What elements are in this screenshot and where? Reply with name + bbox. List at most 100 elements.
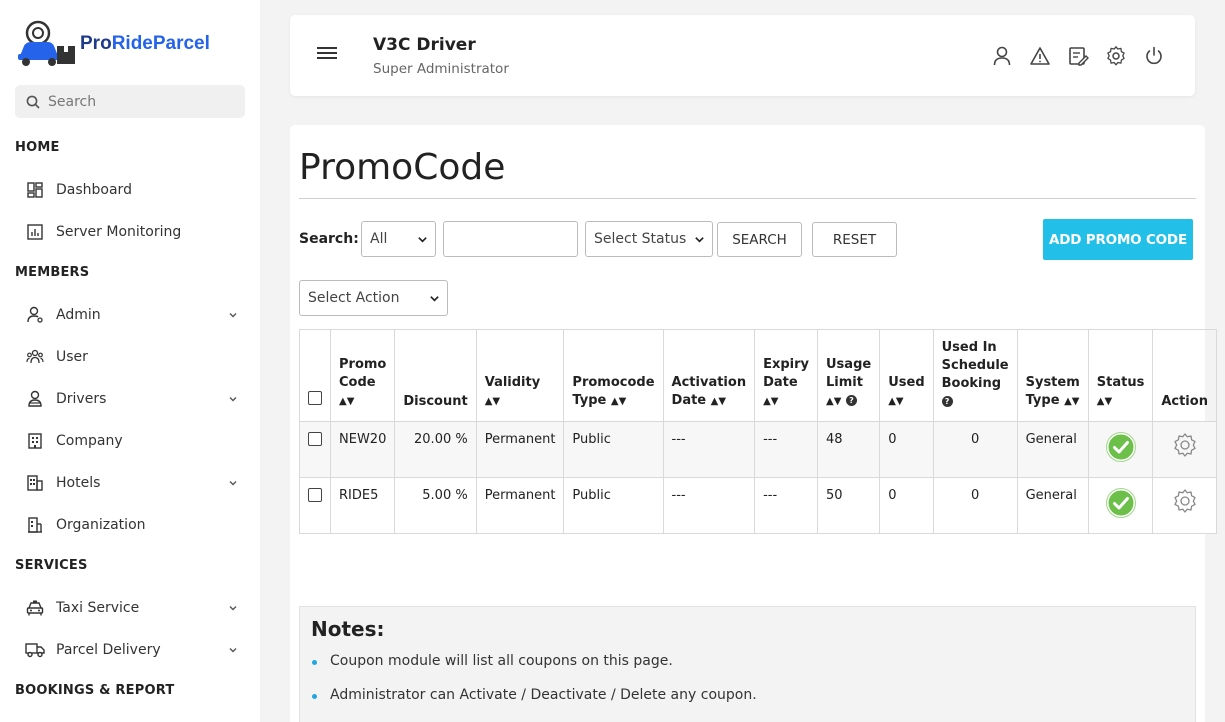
gear-icon[interactable] xyxy=(1172,432,1198,458)
chevron-down-icon xyxy=(229,313,237,318)
sidebar-item-server-monitoring[interactable]: Server Monitoring xyxy=(15,216,245,248)
row-checkbox[interactable] xyxy=(308,488,322,502)
chevron-down-icon xyxy=(229,397,237,402)
sort-icon[interactable]: ▲▼ xyxy=(1064,396,1079,407)
cell-used: 0 xyxy=(879,477,934,534)
cell-discount: 5.00 % xyxy=(394,477,477,534)
search-field-select[interactable]: All xyxy=(361,221,436,257)
help-icon[interactable]: ? xyxy=(941,396,953,407)
sidebar-item-hotels[interactable]: Hotels xyxy=(15,467,245,499)
building-icon xyxy=(24,430,46,452)
active-status-icon[interactable] xyxy=(1105,432,1136,462)
power-icon[interactable] xyxy=(1143,45,1165,67)
section-members: MEMBERS xyxy=(15,265,90,280)
col-system-type[interactable]: System Type ▲▼ xyxy=(1016,329,1089,422)
sidebar-item-organization[interactable]: Organization xyxy=(15,509,245,541)
chevron-down-icon xyxy=(229,606,237,611)
col-promocode-type[interactable]: Promocode Type ▲▼ xyxy=(563,329,664,422)
top-header: V3C Driver Super Administrator xyxy=(290,15,1195,96)
sidebar-item-label: User xyxy=(56,349,88,365)
sidebar-item-admin[interactable]: Admin xyxy=(15,299,245,331)
sidebar-search[interactable] xyxy=(15,85,245,118)
notes-title: Notes: xyxy=(311,617,385,641)
delivery-truck-icon xyxy=(24,639,46,661)
sidebar-item-label: Organization xyxy=(56,517,146,533)
select-all-checkbox[interactable] xyxy=(308,391,322,405)
cell-type: Public xyxy=(563,421,664,478)
row-select-cell xyxy=(299,477,331,534)
status-select-value: Select Status xyxy=(594,231,687,247)
gear-icon[interactable] xyxy=(1105,45,1127,67)
cell-schedule-used: 0 xyxy=(932,421,1018,478)
user-icon[interactable] xyxy=(991,45,1013,67)
bulk-action-select[interactable]: Select Action xyxy=(299,280,448,316)
table-header-row: Promo Code ▲▼ Discount Validity ▲▼ Promoco… xyxy=(299,329,1217,422)
col-validity[interactable]: Validity ▲▼ xyxy=(475,329,565,422)
main-content: PromoCode Search: All Select Status SEAR… xyxy=(290,125,1217,722)
cell-discount: 20.00 % xyxy=(394,421,477,478)
sidebar: ProRideParcel HOME Dashboard Server Moni… xyxy=(0,0,260,722)
status-select[interactable]: Select Status xyxy=(585,221,713,257)
sort-icon[interactable]: ▲▼ xyxy=(485,396,500,407)
reset-button[interactable]: RESET xyxy=(812,222,897,257)
sidebar-item-label: Server Monitoring xyxy=(56,224,182,240)
sidebar-search-input[interactable] xyxy=(48,93,228,110)
col-activation-date[interactable]: Activation Date ▲▼ xyxy=(662,329,756,422)
cell-expiry: --- xyxy=(754,477,818,534)
sort-icon[interactable]: ▲▼ xyxy=(1097,396,1112,407)
admin-user-icon xyxy=(24,304,46,326)
section-services: SERVICES xyxy=(15,558,88,573)
col-expiry-date[interactable]: Expiry Date ▲▼ xyxy=(754,329,818,422)
sort-icon[interactable]: ▲▼ xyxy=(763,396,778,407)
col-status[interactable]: Status ▲▼ xyxy=(1087,329,1154,422)
driver-icon xyxy=(24,388,46,410)
chevron-down-icon xyxy=(695,237,704,243)
search-field-value: All xyxy=(370,231,388,247)
cell-expiry: --- xyxy=(754,421,818,478)
chevron-down-icon xyxy=(229,648,237,653)
sort-icon[interactable]: ▲▼ xyxy=(339,396,354,407)
col-used-in-schedule-booking: Used In Schedule Booking? xyxy=(932,329,1018,422)
add-promo-code-button[interactable]: ADD PROMO CODE xyxy=(1043,219,1193,260)
cell-type: Public xyxy=(563,477,664,534)
col-usage-limit[interactable]: Usage Limit ▲▼ ? xyxy=(816,329,881,422)
gear-icon[interactable] xyxy=(1172,488,1198,514)
cell-status xyxy=(1087,421,1154,478)
monitor-chart-icon xyxy=(24,221,46,243)
brand-name: ProRideParcel xyxy=(80,33,210,54)
sidebar-item-company[interactable]: Company xyxy=(15,425,245,457)
row-checkbox[interactable] xyxy=(308,432,322,446)
cell-usage-limit: 50 xyxy=(816,477,881,534)
sort-icon[interactable]: ▲▼ xyxy=(711,396,726,407)
sidebar-item-user[interactable]: User xyxy=(15,341,245,373)
help-icon[interactable]: ? xyxy=(845,395,857,406)
alert-triangle-icon[interactable] xyxy=(1029,45,1051,67)
sidebar-item-dashboard[interactable]: Dashboard xyxy=(15,174,245,206)
user-role: Super Administrator xyxy=(373,61,509,77)
brand-logo[interactable]: ProRideParcel xyxy=(14,20,210,68)
col-promo-code[interactable]: Promo Code ▲▼ xyxy=(329,329,396,422)
note-item: Administrator can Activate / Deactivate … xyxy=(310,687,757,703)
sort-icon[interactable]: ▲▼ xyxy=(888,396,903,407)
col-used[interactable]: Used ▲▼ xyxy=(879,329,934,422)
search-button[interactable]: SEARCH xyxy=(717,222,802,257)
sidebar-item-taxi-service[interactable]: Taxi Service xyxy=(15,592,245,624)
cell-code: NEW20 xyxy=(329,421,396,478)
sort-icon[interactable]: ▲▼ xyxy=(611,396,626,407)
search-label: Search: xyxy=(299,231,359,247)
active-status-icon[interactable] xyxy=(1105,488,1136,518)
search-keyword-input[interactable] xyxy=(443,221,578,257)
hotel-icon xyxy=(24,472,46,494)
sidebar-item-drivers[interactable]: Drivers xyxy=(15,383,245,415)
edit-note-icon[interactable] xyxy=(1067,45,1089,67)
cell-action xyxy=(1152,477,1217,534)
hamburger-menu-icon[interactable] xyxy=(317,47,337,63)
sort-icon[interactable]: ▲▼ xyxy=(826,396,841,407)
cell-schedule-used: 0 xyxy=(932,477,1018,534)
search-icon xyxy=(26,95,40,109)
sidebar-item-label: Company xyxy=(56,433,123,449)
chevron-down-icon xyxy=(229,481,237,486)
organization-icon xyxy=(24,514,46,536)
sidebar-item-label: Admin xyxy=(56,307,101,323)
sidebar-item-parcel-delivery[interactable]: Parcel Delivery xyxy=(15,634,245,666)
